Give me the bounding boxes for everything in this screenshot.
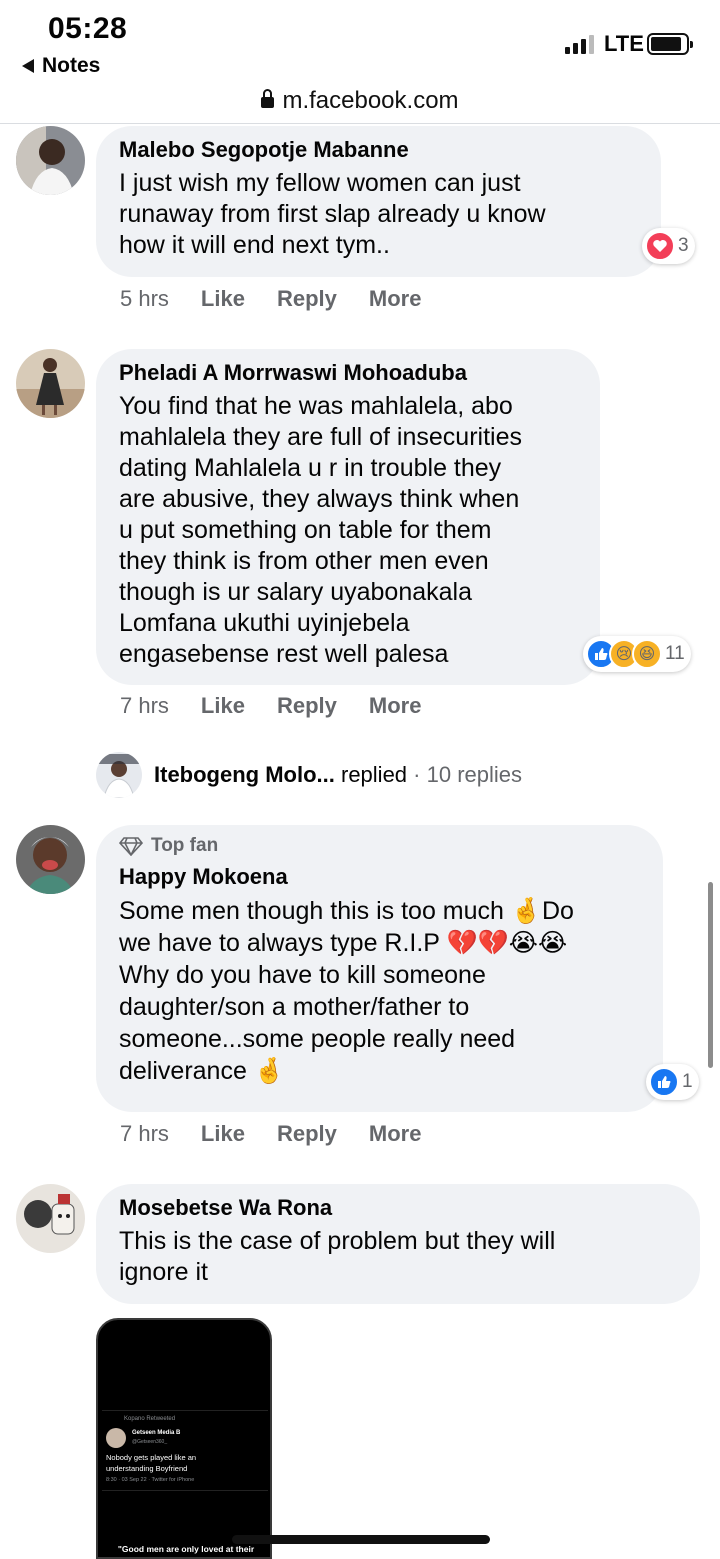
reply-count: · 10 replies: [413, 762, 523, 787]
comment-author[interactable]: Pheladi A Morrwaswi Mohoaduba: [119, 359, 578, 387]
tweet-avatar: [106, 1428, 126, 1448]
like-reaction-icon: [649, 1067, 679, 1097]
avatar[interactable]: [16, 825, 85, 894]
back-arrow-icon: [22, 59, 34, 73]
reply-button[interactable]: Reply: [277, 286, 337, 312]
reaction-summary[interactable]: 😢 😆 11: [583, 636, 691, 672]
diamond-icon: [119, 837, 143, 856]
view-replies-link[interactable]: Itebogeng Molo... replied · 10 replies: [96, 752, 522, 798]
comment-bubble[interactable]: Pheladi A Morrwaswi Mohoaduba You find t…: [96, 349, 600, 685]
reply-verb: replied: [341, 762, 408, 787]
comment-bubble[interactable]: Mosebetse Wa Rona This is the case of pr…: [96, 1184, 700, 1304]
comment-author[interactable]: Happy Mokoena: [119, 863, 641, 891]
home-indicator[interactable]: [232, 1535, 490, 1544]
comment-actions: 7 hrs Like Reply More: [120, 1121, 421, 1147]
reaction-count: 3: [678, 235, 689, 256]
reply-button[interactable]: Reply: [277, 693, 337, 719]
tweet-divider: [102, 1490, 268, 1491]
haha-reaction-icon: 😆: [632, 639, 662, 669]
top-fan-label: Top fan: [151, 835, 219, 856]
comment-actions: 7 hrs Like Reply More: [120, 693, 421, 719]
reply-button[interactable]: Reply: [277, 1121, 337, 1147]
more-button[interactable]: More: [369, 693, 422, 719]
battery-icon: [647, 33, 693, 55]
comment-text: This is the case of problem but they wil…: [119, 1227, 556, 1286]
tweet-meta: 8:30 · 03 Sep 22 · Twitter for iPhone: [106, 1477, 195, 1483]
comment-text: You find that he was mahlalela, abo mahl…: [119, 392, 522, 668]
tweet-author: Getseen Media B: [132, 1430, 181, 1436]
like-button[interactable]: Like: [201, 286, 245, 312]
like-button[interactable]: Like: [201, 1121, 245, 1147]
reaction-count: 11: [665, 643, 685, 664]
tweet-handle: @Getseen360_: [132, 1439, 168, 1445]
like-button[interactable]: Like: [201, 693, 245, 719]
avatar[interactable]: [16, 1184, 85, 1253]
more-button[interactable]: More: [369, 1121, 422, 1147]
comment-author[interactable]: Malebo Segopotje Mabanne: [119, 136, 639, 164]
back-label: Notes: [42, 54, 101, 77]
timestamp[interactable]: 7 hrs: [120, 693, 169, 719]
timestamp[interactable]: 7 hrs: [120, 1121, 169, 1147]
retweet-label: Kopano Retweeted: [124, 1416, 176, 1422]
status-bar: 05:28 Notes LTE: [0, 0, 720, 90]
reply-avatar: [96, 752, 142, 798]
comment-bubble[interactable]: Malebo Segopotje Mabanne I just wish my …: [96, 126, 661, 277]
more-button[interactable]: More: [369, 286, 422, 312]
top-fan-badge: Top fan: [119, 835, 641, 857]
comment-bubble[interactable]: Top fan Happy Mokoena Some men though th…: [96, 825, 663, 1112]
comment-text: I just wish my fellow women can just run…: [119, 169, 546, 259]
signal-icon: [565, 34, 594, 54]
comment-author[interactable]: Mosebetse Wa Rona: [119, 1194, 678, 1222]
heart-icon: [645, 231, 675, 261]
scrollbar[interactable]: [708, 882, 713, 1068]
network-label: LTE: [604, 31, 644, 56]
reply-author: Itebogeng Molo...: [154, 762, 335, 787]
back-to-notes[interactable]: Notes: [22, 54, 100, 78]
comment-attachment-image[interactable]: Kopano Retweeted Getseen Media B @Getsee…: [96, 1318, 272, 1559]
comment-text: Some men though this is too much 🤞Do we …: [119, 897, 574, 1085]
avatar[interactable]: [16, 349, 85, 418]
image-caption: "Good men are only loved at their funera…: [117, 1544, 255, 1557]
tweet-text: Nobody gets played like an understanding…: [106, 1453, 197, 1473]
comment-actions: 5 hrs Like Reply More: [120, 286, 421, 312]
reaction-count: 1: [682, 1071, 693, 1092]
url-text: m.facebook.com: [282, 86, 459, 114]
address-bar[interactable]: m.facebook.com: [0, 78, 720, 124]
reaction-summary[interactable]: 3: [642, 228, 695, 264]
clock: 05:28: [48, 12, 128, 45]
avatar[interactable]: [16, 126, 85, 195]
tweet-divider: [102, 1410, 268, 1411]
timestamp[interactable]: 5 hrs: [120, 286, 169, 312]
lock-icon: [261, 89, 275, 110]
reaction-summary[interactable]: 1: [646, 1064, 699, 1100]
